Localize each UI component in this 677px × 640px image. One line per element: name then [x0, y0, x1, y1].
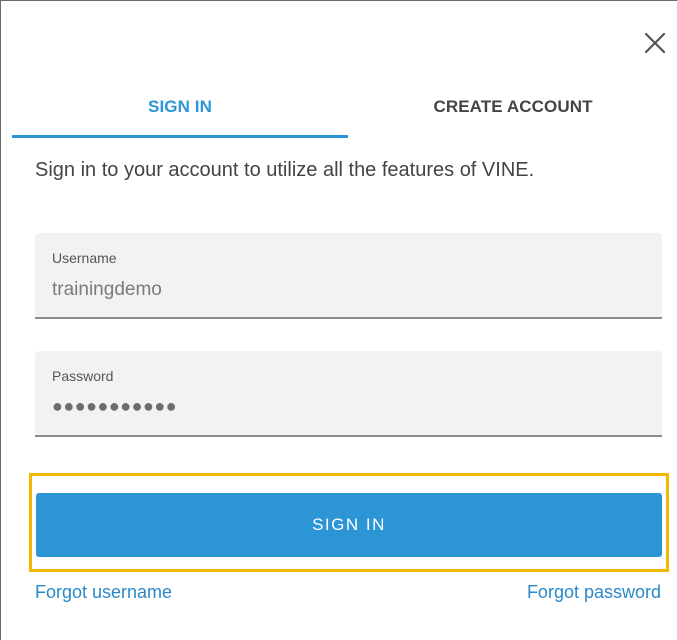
username-label: Username	[52, 250, 117, 266]
username-field[interactable]: Username trainingdemo	[35, 233, 662, 319]
password-input[interactable]: ●●●●●●●●●●●	[52, 396, 177, 417]
tab-sign-in-label: SIGN IN	[148, 97, 212, 116]
password-field[interactable]: Password ●●●●●●●●●●●	[35, 351, 662, 437]
close-icon	[639, 27, 671, 59]
sign-in-button[interactable]: SIGN IN	[36, 493, 662, 557]
tab-sign-in[interactable]: SIGN IN	[12, 77, 348, 137]
password-label: Password	[52, 368, 114, 384]
auth-tabs: SIGN IN CREATE ACCOUNT	[12, 77, 677, 139]
close-button[interactable]	[639, 27, 671, 59]
forgot-password-link[interactable]: Forgot password	[527, 582, 661, 603]
username-input[interactable]: trainingdemo	[52, 279, 162, 301]
tab-create-account-label: CREATE ACCOUNT	[433, 97, 593, 116]
tab-create-account[interactable]: CREATE ACCOUNT	[348, 77, 677, 137]
forgot-username-link[interactable]: Forgot username	[35, 582, 172, 603]
sign-in-button-label: SIGN IN	[312, 515, 386, 534]
sign-in-dialog: SIGN IN CREATE ACCOUNT Sign in to your a…	[0, 0, 677, 640]
active-tab-indicator	[12, 135, 348, 138]
intro-text: Sign in to your account to utilize all t…	[35, 159, 535, 181]
